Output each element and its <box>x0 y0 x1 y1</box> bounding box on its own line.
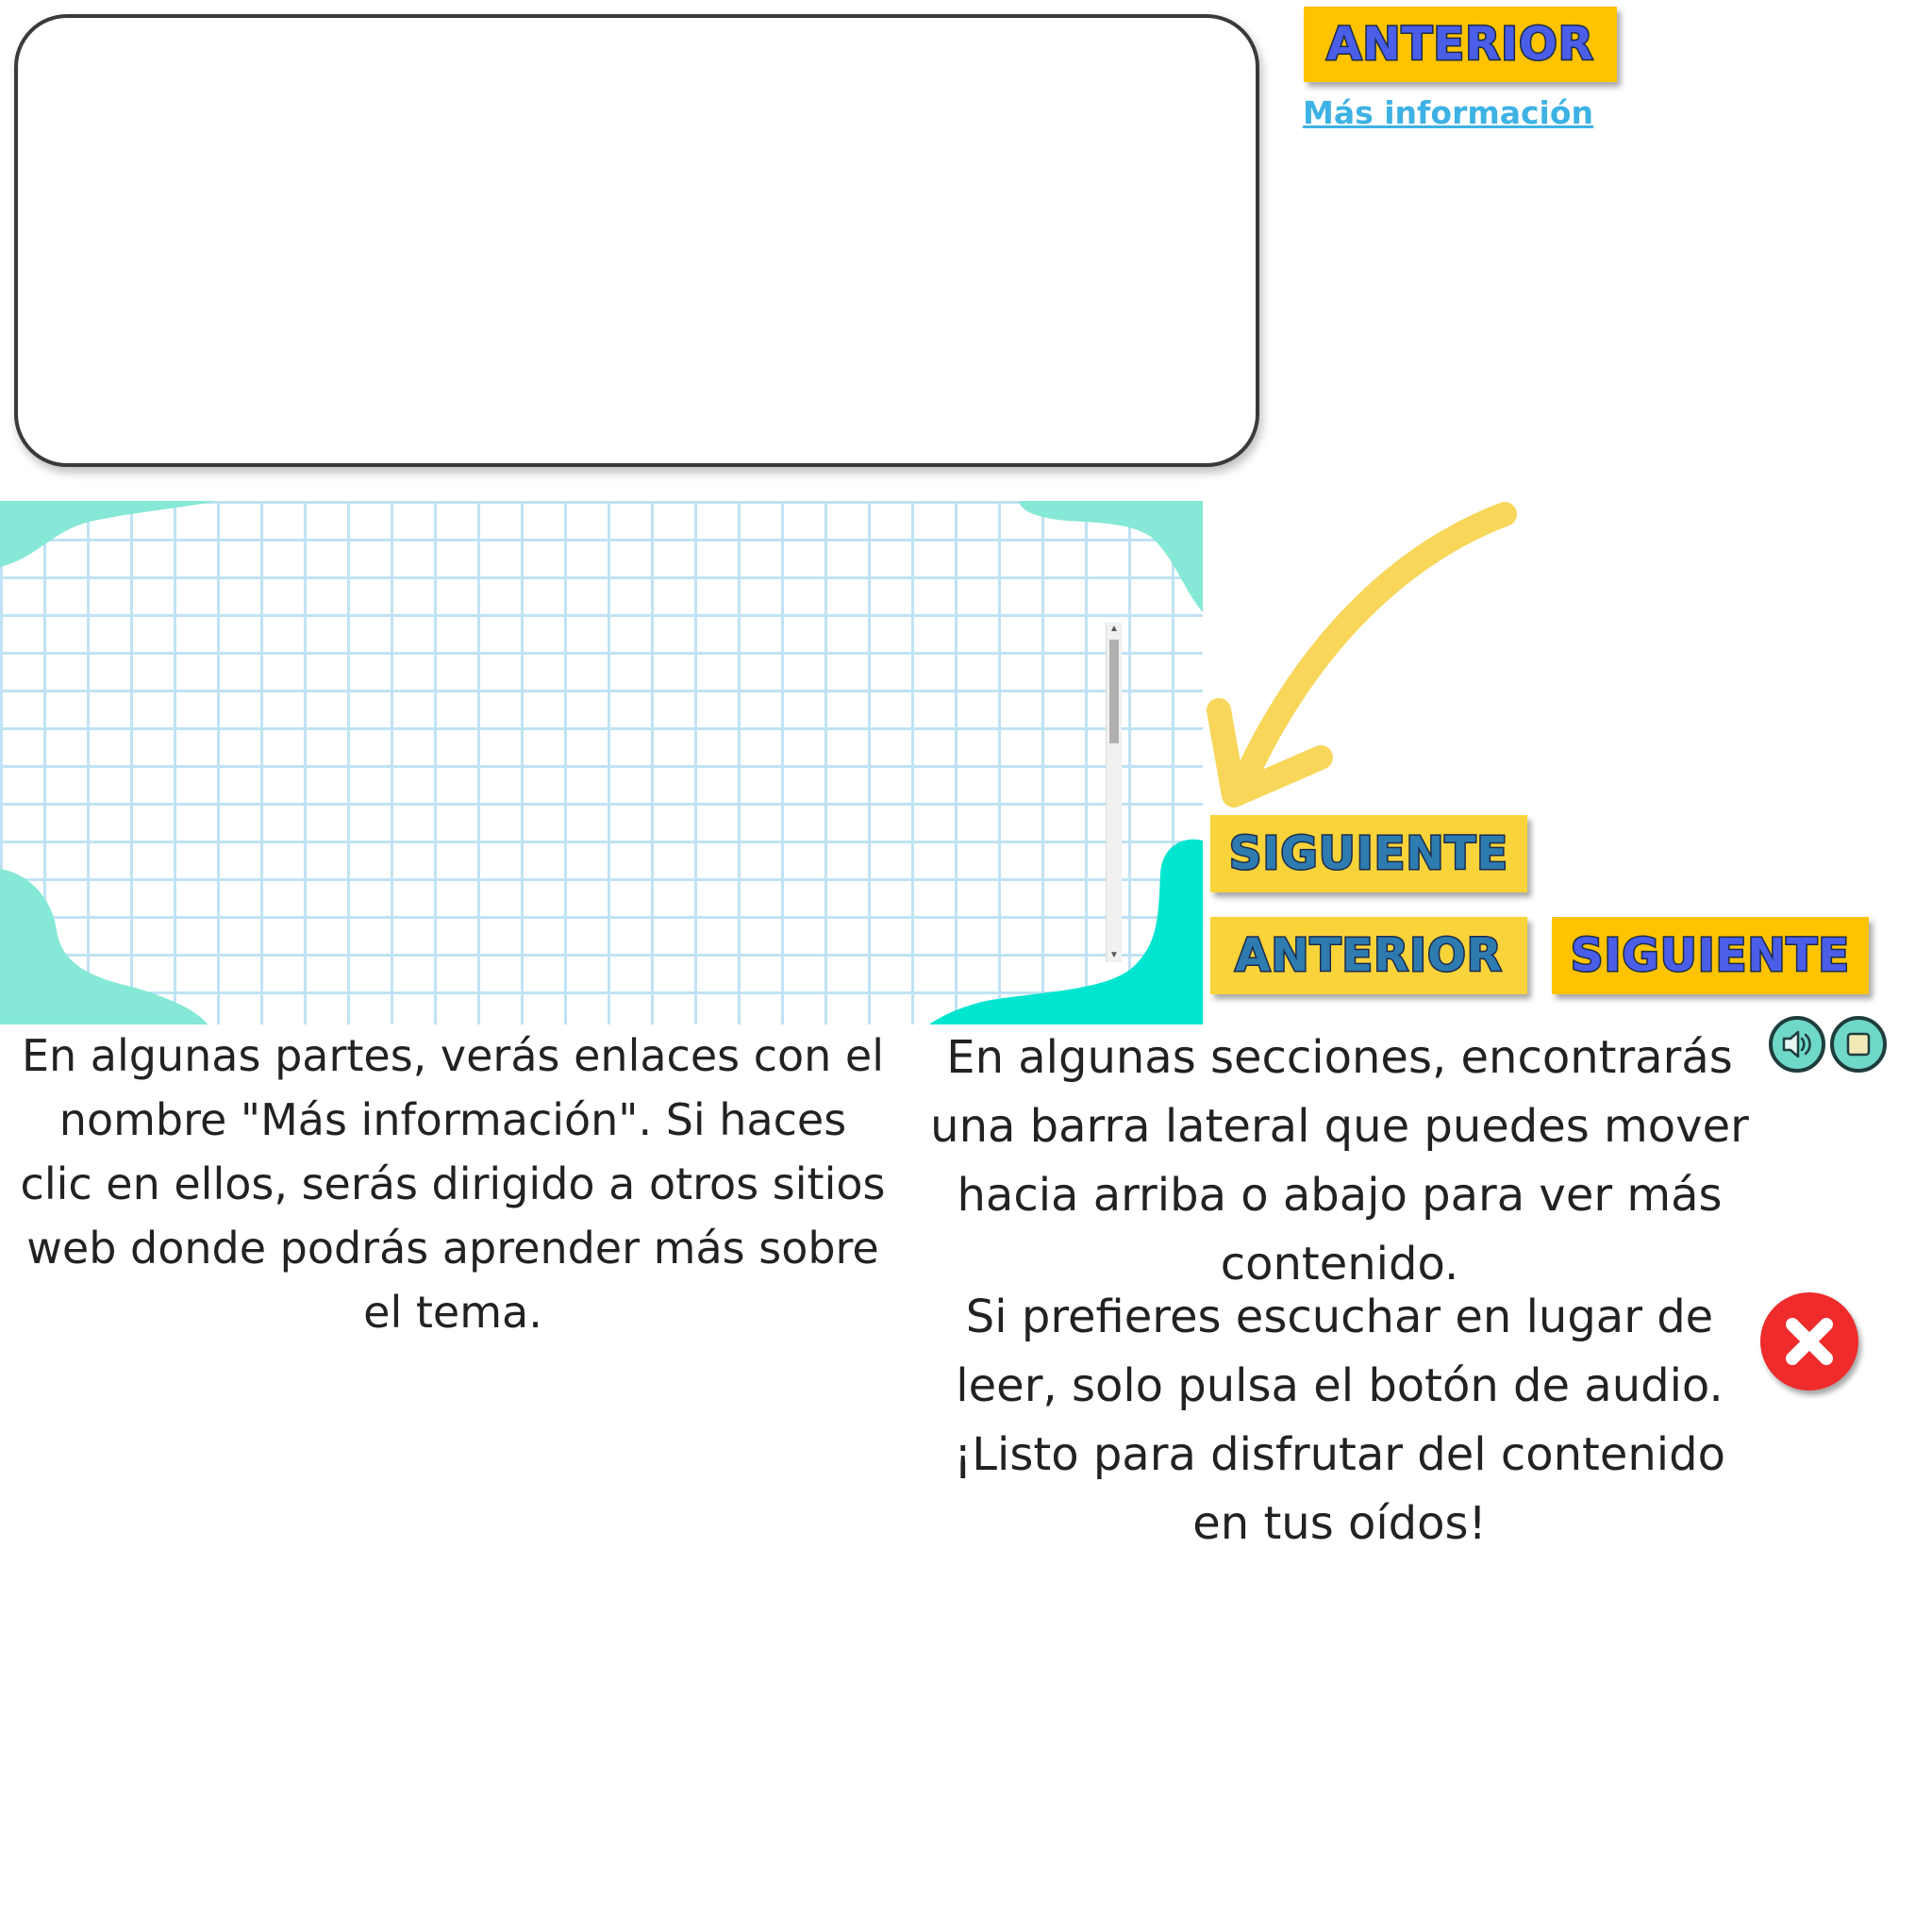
content-frame <box>14 14 1259 467</box>
close-icon <box>1786 1318 1833 1365</box>
decorative-blobs <box>0 501 1203 1024</box>
more-info-link[interactable]: Más información <box>1303 94 1593 131</box>
sidebar-explanation-text: En algunas secciones, encontrarás una ba… <box>930 1031 1749 1291</box>
siguiente-button-secondary[interactable]: SIGUIENTE <box>1552 917 1869 994</box>
audio-play-button[interactable] <box>1769 1016 1825 1073</box>
close-button[interactable] <box>1760 1292 1858 1391</box>
blob-bottom-right <box>929 839 1203 1024</box>
curved-arrow-icon <box>1207 502 1517 808</box>
speaker-icon <box>1782 1030 1811 1058</box>
stop-icon <box>1846 1032 1871 1057</box>
grid-paper-preview <box>0 501 1203 1024</box>
scroll-down-arrow-icon[interactable]: ▼ <box>1107 949 1122 962</box>
preview-scrollbar[interactable]: ▲ ▼ <box>1106 623 1122 962</box>
blob-top-left <box>0 501 217 567</box>
blob-top-right <box>1019 501 1203 612</box>
scroll-thumb[interactable] <box>1109 640 1119 743</box>
audio-stop-button[interactable] <box>1830 1016 1887 1073</box>
anterior-button-top[interactable]: ANTERIOR <box>1304 7 1617 82</box>
audio-explanation-text: Si prefieres escuchar en lugar de leer, … <box>954 1291 1725 1550</box>
blob-bottom-left <box>0 869 208 1024</box>
anterior-button[interactable]: ANTERIOR <box>1210 917 1527 994</box>
page: ANTERIOR Más información ▲ ▼ SIGUIENTE A… <box>0 0 1932 1932</box>
scroll-up-arrow-icon[interactable]: ▲ <box>1107 623 1122 636</box>
siguiente-button[interactable]: SIGUIENTE <box>1210 815 1527 892</box>
links-explanation-text: En algunas partes, verás enlaces con el … <box>20 1030 886 1338</box>
